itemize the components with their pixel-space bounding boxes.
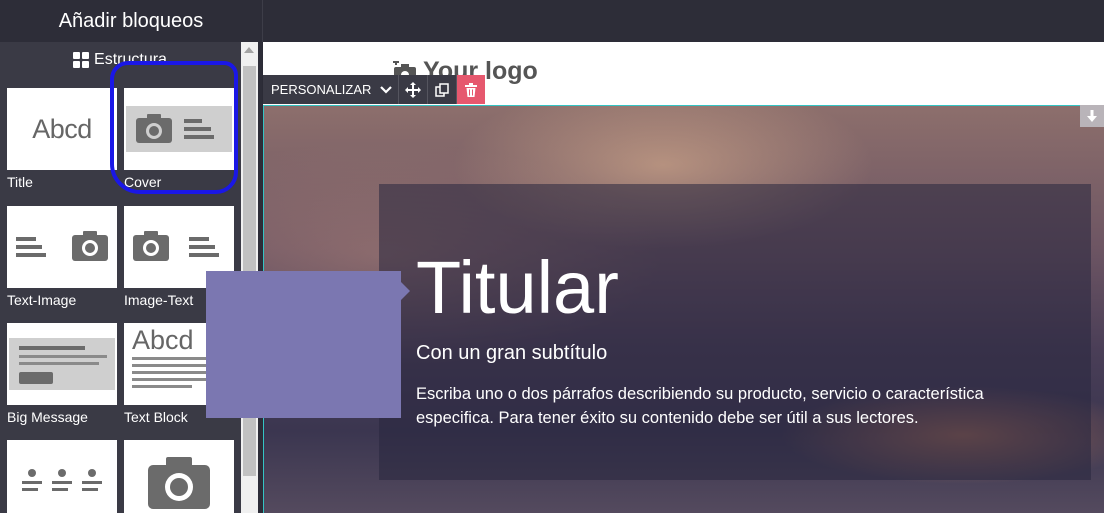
camera-icon: [124, 440, 234, 513]
thumb-text: Abcd: [32, 113, 92, 144]
scroll-up-arrow-icon[interactable]: [244, 47, 254, 53]
drag-preview: [206, 271, 401, 418]
block-text-image[interactable]: Text-Image: [7, 206, 117, 308]
block-image[interactable]: [124, 440, 234, 513]
grid-icon: [73, 52, 90, 68]
top-bar: Añadir bloqueos: [0, 0, 1104, 42]
customize-dropdown[interactable]: PERSONALIZAR: [263, 75, 399, 104]
block-title[interactable]: Abcd Title: [7, 88, 117, 190]
annotation-circle: [110, 61, 238, 194]
block-toolbar: PERSONALIZAR: [263, 75, 486, 104]
customize-label: PERSONALIZAR: [271, 82, 372, 97]
text-image-icon: [7, 206, 117, 288]
block-features[interactable]: [7, 440, 117, 513]
duplicate-button[interactable]: [427, 75, 457, 104]
big-message-icon: [7, 323, 117, 405]
drag-pointer-icon: [401, 282, 410, 300]
move-icon: [405, 81, 422, 98]
block-label: Big Message: [7, 409, 88, 425]
panel-title: Añadir bloqueos: [58, 10, 204, 32]
abcd-text-icon: Abcd: [7, 88, 117, 170]
block-label: Title: [7, 174, 33, 190]
trash-icon: [465, 82, 478, 97]
divider: [262, 0, 263, 42]
arrow-down-icon: [1087, 110, 1097, 122]
copy-icon: [435, 82, 450, 97]
delete-button[interactable]: [456, 75, 486, 104]
block-label: Text-Image: [7, 292, 77, 308]
features-icon: [7, 440, 117, 513]
move-button[interactable]: [398, 75, 428, 104]
move-down-button[interactable]: [1080, 105, 1104, 127]
chevron-down-icon: [380, 85, 393, 94]
block-big-message[interactable]: Big Message: [7, 323, 117, 425]
